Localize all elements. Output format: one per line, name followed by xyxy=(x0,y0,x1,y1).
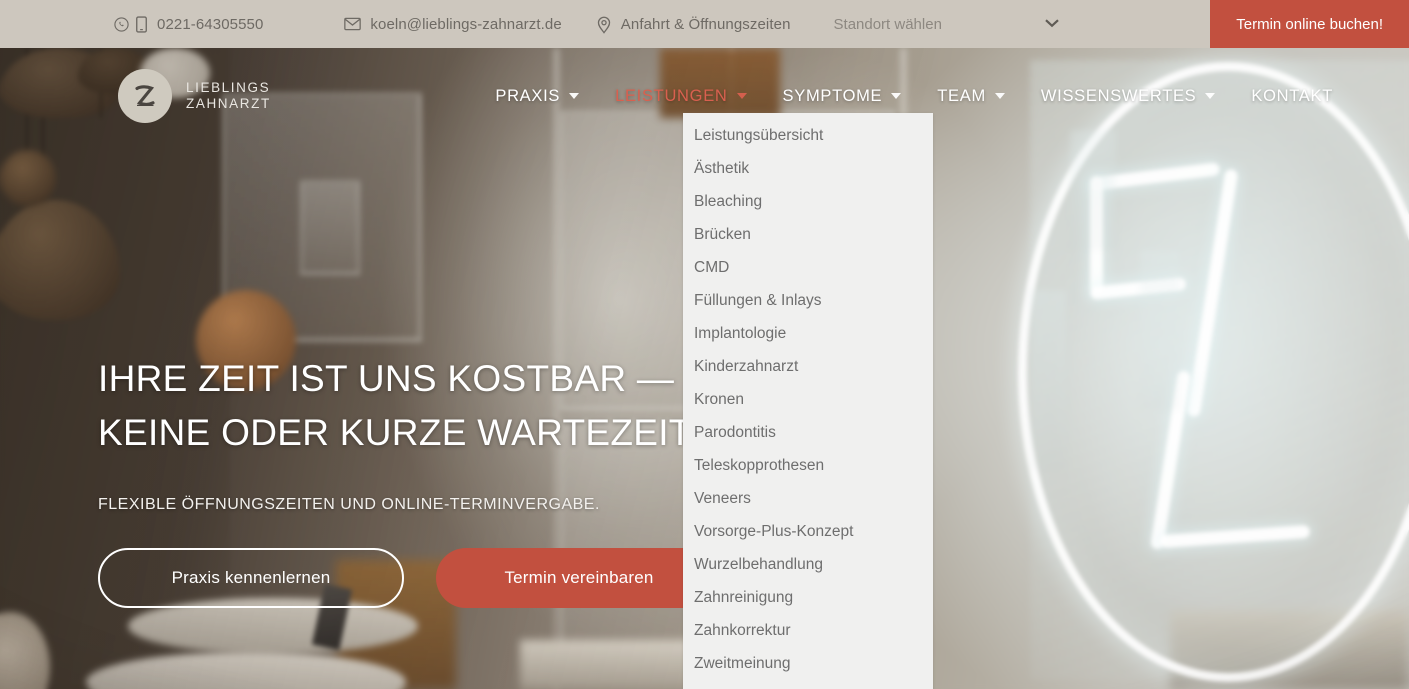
dropdown-item[interactable]: Zweitmeinung xyxy=(683,647,933,680)
chevron-down-icon xyxy=(569,93,580,99)
page-root: 0221-64305550 koeln@lieblings-zahnarzt.d… xyxy=(0,0,1409,689)
topbar-phone-number: 0221-64305550 xyxy=(157,15,264,33)
nav-label-wissenswertes: WISSENSWERTES xyxy=(1040,86,1197,105)
dropdown-item[interactable]: Zahnreinigung xyxy=(683,581,933,614)
nav-label-praxis: PRAXIS xyxy=(495,86,561,105)
chevron-down-icon xyxy=(1205,93,1216,99)
nav-label-kontakt: KONTAKT xyxy=(1251,86,1333,105)
book-appointment-online-button[interactable]: Termin online buchen! xyxy=(1210,0,1409,48)
topbar-directions-label: Anfahrt & Öffnungszeiten xyxy=(620,15,791,33)
dropdown-item[interactable]: Vorsorge-Plus-Konzept xyxy=(683,515,933,548)
nav-label-symptome: SYMPTOME xyxy=(782,86,883,105)
dropdown-item[interactable]: Ästhetik xyxy=(683,152,933,185)
topbar-directions[interactable]: Anfahrt & Öffnungszeiten xyxy=(596,15,791,34)
top-utility-bar: 0221-64305550 koeln@lieblings-zahnarzt.d… xyxy=(0,0,1409,48)
dropdown-item[interactable]: Bleaching xyxy=(683,185,933,218)
dropdown-item[interactable]: Teleskopprothesen xyxy=(683,449,933,482)
topbar-phone[interactable]: 0221-64305550 xyxy=(113,16,263,33)
brand-logo[interactable]: LIEBLINGS ZAHNARZT xyxy=(118,69,271,123)
mobile-phone-icon xyxy=(136,15,147,33)
phone-icon-group xyxy=(113,15,148,33)
brand-name-line1: LIEBLINGS xyxy=(186,80,271,95)
location-select-placeholder: Standort wählen xyxy=(833,15,942,33)
brand-name-line2: ZAHNARZT xyxy=(186,96,271,111)
brand-name: LIEBLINGS ZAHNARZT xyxy=(186,80,271,112)
logo-z-monogram xyxy=(135,85,155,107)
topbar-email[interactable]: koeln@lieblings-zahnarzt.de xyxy=(344,15,562,33)
dropdown-item[interactable]: Zahnkorrektur xyxy=(683,614,933,647)
chevron-down-icon xyxy=(994,93,1005,99)
nav-label-team: TEAM xyxy=(937,86,986,105)
brand-badge-icon xyxy=(118,69,172,123)
chevron-down-icon xyxy=(736,93,747,99)
envelope-icon xyxy=(344,17,362,31)
whatsapp-icon xyxy=(114,16,129,32)
dropdown-item[interactable]: Leistungsübersicht xyxy=(683,119,933,152)
dropdown-item[interactable]: Kronen xyxy=(683,383,933,416)
leistungen-dropdown-menu: Leistungsübersicht Ästhetik Bleaching Brück… xyxy=(683,113,933,689)
dropdown-item[interactable]: Veneers xyxy=(683,482,933,515)
nav-item-team[interactable]: TEAM xyxy=(919,48,1023,144)
topbar-email-address: koeln@lieblings-zahnarzt.de xyxy=(370,15,562,33)
nav-item-praxis[interactable]: PRAXIS xyxy=(477,48,597,144)
dropdown-item[interactable]: Wurzelbehandlung xyxy=(683,548,933,581)
dropdown-item[interactable]: Kinderzahnarzt xyxy=(683,350,933,383)
nav-item-wissenswertes[interactable]: WISSENSWERTES xyxy=(1023,48,1233,144)
nav-label-leistungen: LEISTUNGEN xyxy=(615,86,728,105)
dropdown-item[interactable]: Füllungen & Inlays xyxy=(683,284,933,317)
dropdown-item[interactable]: CMD xyxy=(683,251,933,284)
get-to-know-practice-button[interactable]: Praxis kennenlernen xyxy=(98,548,404,608)
nav-item-kontakt[interactable]: KONTAKT xyxy=(1233,48,1351,144)
neon-z-letter xyxy=(1089,162,1350,570)
make-appointment-button[interactable]: Termin vereinbaren xyxy=(436,548,722,608)
chevron-down-icon xyxy=(891,93,902,99)
dropdown-item[interactable]: Brücken xyxy=(683,218,933,251)
location-select[interactable]: Standort wählen xyxy=(834,0,1060,48)
chevron-down-icon xyxy=(1044,17,1060,31)
dropdown-item[interactable]: Parodontitis xyxy=(683,416,933,449)
location-pin-icon xyxy=(597,16,610,34)
dropdown-item[interactable]: Implantologie xyxy=(683,317,933,350)
